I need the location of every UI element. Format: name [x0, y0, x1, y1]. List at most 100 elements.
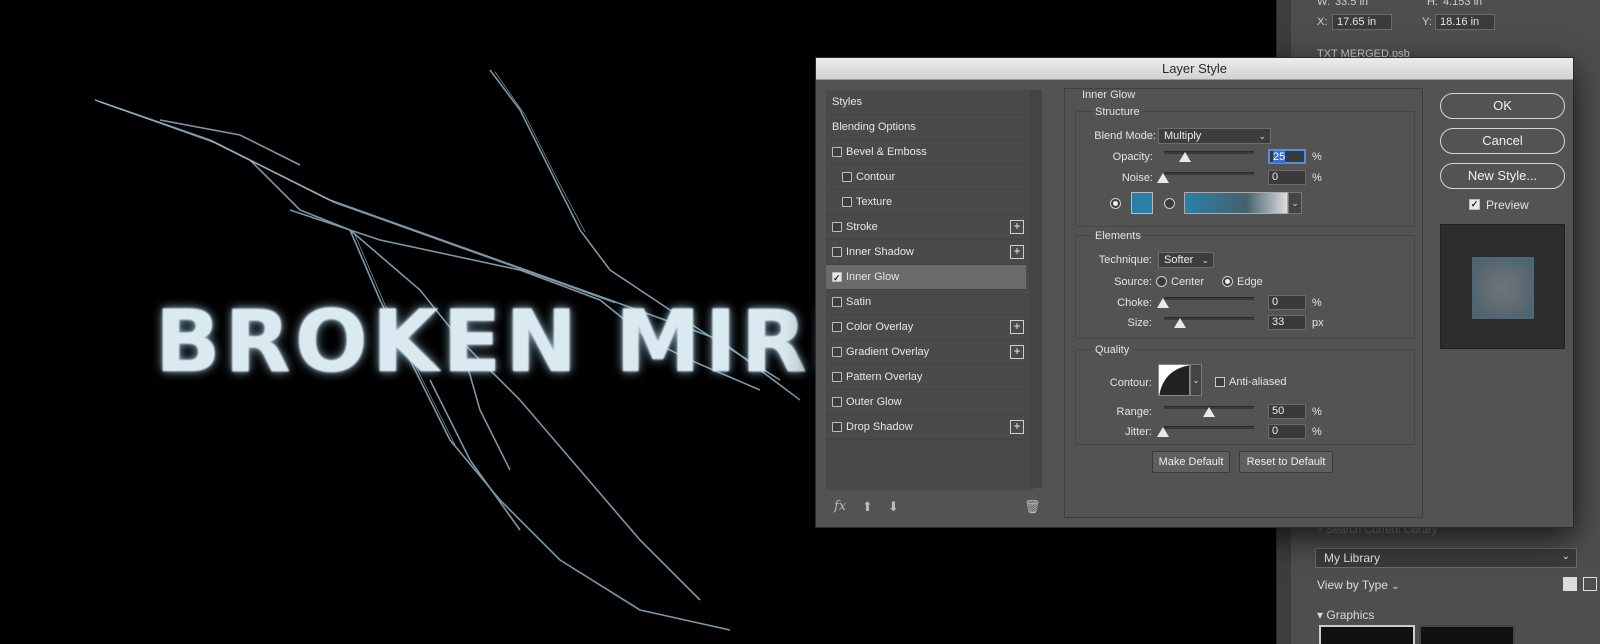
style-drop-shadow[interactable]: Drop Shadow + [826, 415, 1026, 440]
choke-slider[interactable] [1164, 297, 1254, 300]
style-stroke[interactable]: Stroke + [826, 215, 1026, 240]
gradient-radio[interactable] [1164, 198, 1175, 209]
y-field[interactable]: 18.16 in [1435, 14, 1495, 30]
noise-field[interactable]: 0 [1268, 170, 1306, 185]
chevron-down-icon[interactable]: ⌄ [1190, 364, 1202, 396]
checkbox[interactable] [832, 372, 842, 382]
layer-style-dialog: Layer Style Styles Blending Options Beve… [815, 57, 1574, 528]
checkbox-checked[interactable] [832, 266, 842, 290]
quality-title: Quality [1093, 344, 1132, 356]
checkbox[interactable] [832, 147, 842, 157]
dialog-title: Layer Style [816, 58, 1573, 80]
percent-unit: % [1312, 406, 1322, 418]
graphic-thumbnail[interactable] [1319, 625, 1415, 644]
opacity-slider-thumb[interactable] [1179, 152, 1191, 162]
checkbox[interactable] [832, 422, 842, 432]
graphics-section[interactable]: ▾ Graphics [1317, 608, 1600, 622]
elements-group: Elements Technique: Softer ⌄ Source: Cent… [1075, 230, 1415, 339]
add-icon[interactable]: + [1010, 320, 1024, 334]
move-up-icon[interactable]: ⬆ [862, 499, 873, 515]
add-icon[interactable]: + [1010, 220, 1024, 234]
source-edge-label: Edge [1237, 276, 1263, 288]
range-field[interactable]: 50 [1268, 404, 1306, 419]
grid-view-icon[interactable] [1563, 577, 1577, 591]
noise-slider-thumb[interactable] [1157, 173, 1169, 183]
range-slider-thumb[interactable] [1203, 407, 1215, 417]
style-bevel-emboss[interactable]: Bevel & Emboss [826, 140, 1026, 165]
gradient-swatch[interactable] [1184, 192, 1288, 214]
style-texture[interactable]: Texture [826, 190, 1026, 215]
quality-group: Quality Contour: ⌄ Anti-aliased Range: 5… [1075, 344, 1415, 445]
structure-title: Structure [1093, 106, 1142, 118]
elements-title: Elements [1093, 230, 1143, 242]
new-style-button[interactable]: New Style... [1440, 163, 1565, 189]
style-pattern-overlay[interactable]: Pattern Overlay [826, 365, 1026, 390]
add-icon[interactable]: + [1010, 245, 1024, 259]
x-label: X: [1317, 16, 1328, 28]
percent-unit: % [1312, 151, 1322, 163]
graphic-thumbnail[interactable] [1419, 625, 1515, 644]
style-satin[interactable]: Satin [826, 290, 1026, 315]
preview-checkbox[interactable]: ✓ [1469, 199, 1480, 210]
opacity-field[interactable]: 25 [1268, 149, 1306, 164]
styles-list: Styles Blending Options Bevel & Emboss C… [826, 90, 1034, 490]
checkbox[interactable] [832, 222, 842, 232]
checkbox[interactable] [842, 197, 852, 207]
style-inner-shadow[interactable]: Inner Shadow + [826, 240, 1026, 265]
anti-aliased-checkbox[interactable] [1215, 377, 1225, 387]
checkbox[interactable] [832, 347, 842, 357]
checkbox[interactable] [842, 172, 852, 182]
styles-header[interactable]: Styles [826, 90, 1026, 115]
add-icon[interactable]: + [1010, 420, 1024, 434]
opacity-slider[interactable] [1164, 151, 1254, 154]
choke-field[interactable]: 0 [1268, 295, 1306, 310]
style-inner-glow[interactable]: Inner Glow [826, 265, 1026, 290]
glow-color-swatch[interactable] [1131, 192, 1153, 214]
add-icon[interactable]: + [1010, 345, 1024, 359]
blending-options[interactable]: Blending Options [826, 115, 1026, 140]
noise-slider[interactable] [1164, 172, 1254, 175]
solid-color-radio[interactable] [1110, 198, 1121, 209]
checkbox[interactable] [832, 297, 842, 307]
styles-scrollbar[interactable] [1029, 90, 1042, 488]
jitter-label: Jitter: [1125, 426, 1152, 438]
cancel-button[interactable]: Cancel [1440, 128, 1565, 154]
size-field[interactable]: 33 [1268, 315, 1306, 330]
style-outer-glow[interactable]: Outer Glow [826, 390, 1026, 415]
view-by-type[interactable]: View by Type ⌄ [1317, 578, 1600, 592]
library-select[interactable]: My Library ⌄ [1315, 548, 1577, 568]
style-contour[interactable]: Contour [826, 165, 1026, 190]
checkbox[interactable] [832, 247, 842, 257]
h-value: 4.153 in [1443, 0, 1483, 8]
fx-icon[interactable]: fx [834, 499, 846, 514]
blend-mode-select[interactable]: Multiply ⌄ [1158, 128, 1271, 144]
jitter-field[interactable]: 0 [1268, 424, 1306, 439]
ok-button[interactable]: OK [1440, 93, 1565, 119]
choke-slider-thumb[interactable] [1157, 298, 1169, 308]
checkbox[interactable] [832, 322, 842, 332]
jitter-slider-thumb[interactable] [1157, 427, 1169, 437]
range-label: Range: [1116, 406, 1152, 418]
chevron-down-icon[interactable]: ⌄ [1288, 192, 1302, 214]
trash-icon[interactable]: 🗑 [1024, 499, 1041, 515]
inner-glow-settings: Inner Glow Structure Blend Mode: Multipl… [1064, 88, 1423, 518]
preview-swatch [1472, 257, 1534, 319]
contour-preview[interactable] [1158, 364, 1190, 396]
structure-group: Structure Blend Mode: Multiply ⌄ Opacity:… [1075, 106, 1415, 227]
x-field[interactable]: 17.65 in [1332, 14, 1392, 30]
style-gradient-overlay[interactable]: Gradient Overlay + [826, 340, 1026, 365]
source-center-radio[interactable] [1156, 276, 1167, 287]
section-title: Inner Glow [1082, 89, 1136, 101]
h-label: H: [1427, 0, 1438, 8]
size-slider-thumb[interactable] [1174, 318, 1186, 328]
anti-aliased-label: Anti-aliased [1229, 376, 1287, 388]
source-edge-radio[interactable] [1222, 276, 1233, 287]
reset-to-default-button[interactable]: Reset to Default [1239, 451, 1333, 473]
make-default-button[interactable]: Make Default [1152, 451, 1230, 473]
style-color-overlay[interactable]: Color Overlay + [826, 315, 1026, 340]
technique-select[interactable]: Softer ⌄ [1158, 252, 1214, 268]
move-down-icon[interactable]: ⬇ [888, 499, 899, 515]
jitter-slider[interactable] [1164, 426, 1254, 429]
list-view-icon[interactable] [1583, 577, 1597, 591]
checkbox[interactable] [832, 397, 842, 407]
